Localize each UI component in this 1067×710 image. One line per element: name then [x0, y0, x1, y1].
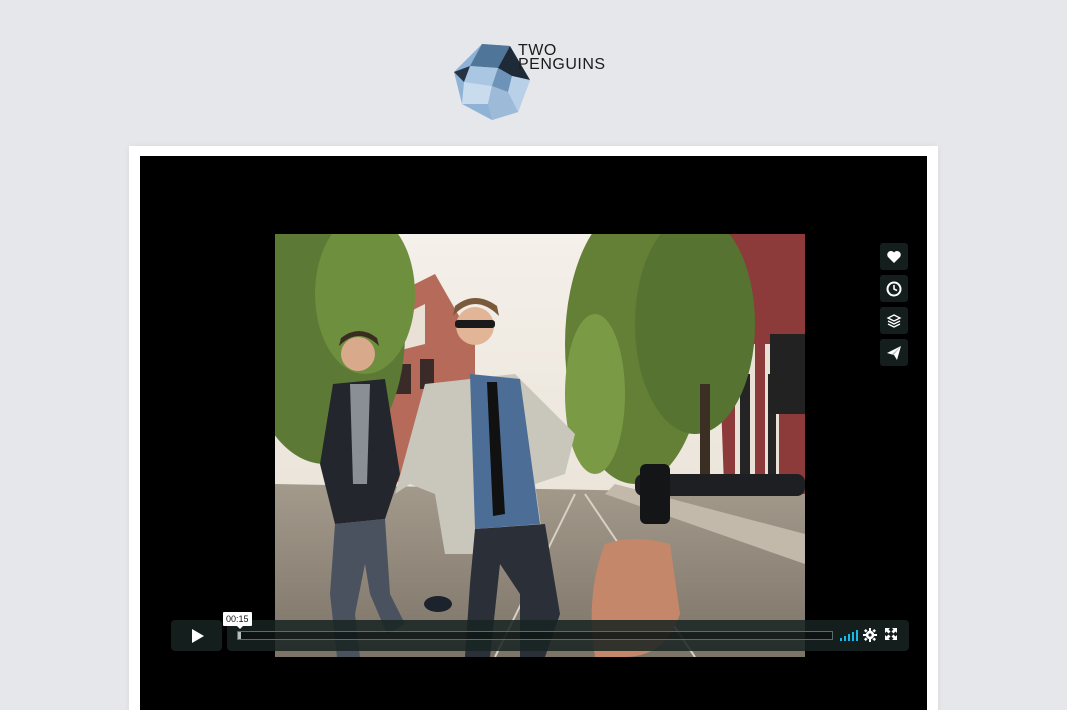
collections-button[interactable]: [880, 307, 908, 334]
clock-icon: [886, 281, 902, 296]
layers-icon: [886, 313, 902, 328]
paper-plane-icon: [887, 345, 901, 360]
video-player[interactable]: 00:15: [140, 156, 927, 710]
side-actions: [880, 243, 908, 371]
logo-wordmark: TWO PENGUINS: [518, 43, 606, 73]
current-time-tooltip: 00:15: [223, 612, 252, 629]
gear-icon[interactable]: [863, 628, 877, 642]
two-penguins-logo[interactable]: TWO PENGUINS: [452, 42, 622, 122]
volume-bar: [840, 638, 842, 641]
like-button[interactable]: [880, 243, 908, 270]
progress-track[interactable]: [237, 631, 833, 640]
player-controls: 00:15: [171, 612, 909, 651]
play-icon: [191, 628, 204, 643]
video-frame[interactable]: [275, 234, 805, 657]
play-button[interactable]: [171, 620, 222, 651]
volume-bar: [844, 636, 846, 641]
volume-bar: [852, 632, 854, 641]
volume-bar: [856, 630, 858, 641]
watch-later-button[interactable]: [880, 275, 908, 302]
video-card: 00:15: [129, 146, 938, 710]
logo-line-2: PENGUINS: [518, 56, 606, 73]
volume-bar: [848, 634, 850, 641]
control-bar: [227, 620, 909, 651]
heart-icon: [887, 250, 901, 263]
volume-control[interactable]: [840, 630, 858, 641]
progress-fill: [238, 632, 241, 639]
fullscreen-icon[interactable]: [885, 628, 897, 640]
video-still-image: [275, 234, 805, 657]
share-button[interactable]: [880, 339, 908, 366]
